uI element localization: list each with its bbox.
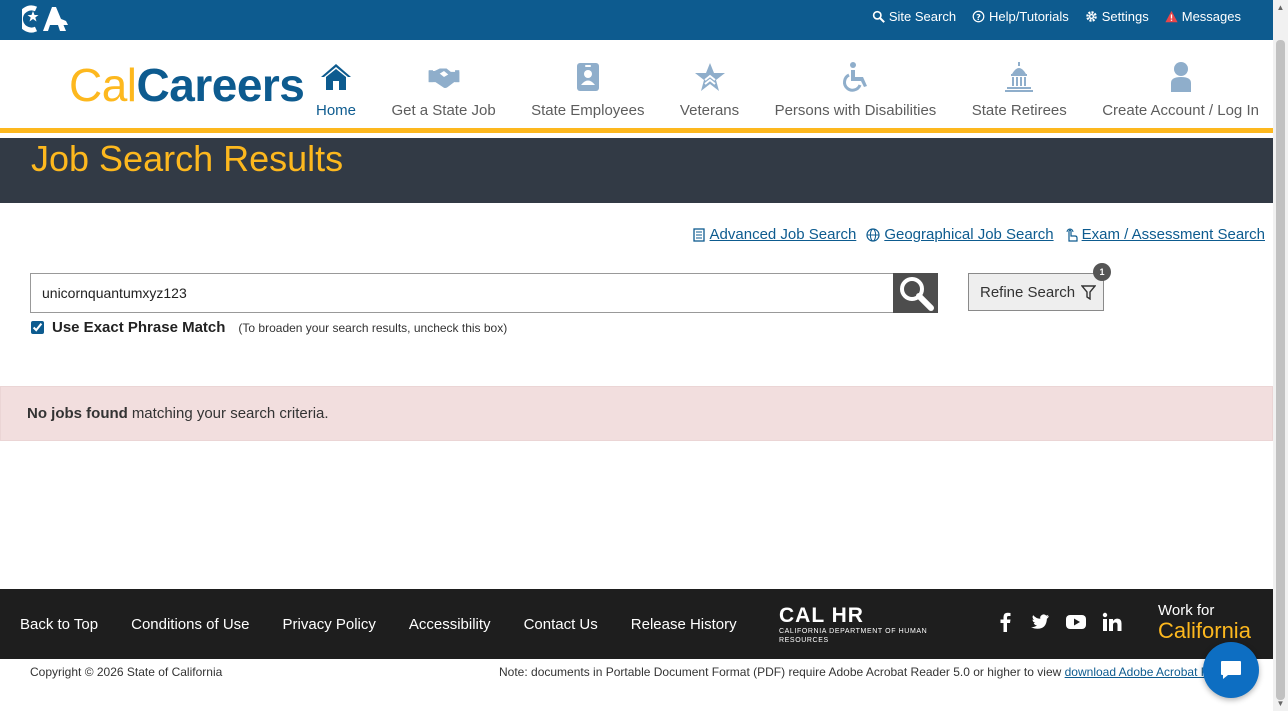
linkedin-icon — [1102, 612, 1122, 631]
search-icon — [899, 277, 934, 311]
footer-release-history[interactable]: Release History — [631, 616, 737, 633]
linkedin-link[interactable] — [1102, 612, 1122, 637]
globe-icon — [866, 227, 880, 242]
scrollbar-thumb[interactable] — [1276, 40, 1285, 700]
exam-assessment-search-label: Exam / Assessment Search — [1081, 226, 1265, 243]
footer-back-to-top[interactable]: Back to Top — [20, 616, 98, 633]
scroll-up-arrow[interactable]: ▲ — [1276, 3, 1285, 12]
star-icon — [694, 63, 725, 91]
nav-state-retirees[interactable]: State Retirees — [956, 40, 1067, 133]
geographical-job-search-label: Geographical Job Search — [884, 226, 1054, 243]
home-icon — [321, 64, 351, 90]
brand-careers: Careers — [136, 59, 305, 111]
geographical-job-search-link[interactable]: Geographical Job Search — [866, 226, 1054, 243]
footer-contact-us[interactable]: Contact Us — [524, 616, 598, 633]
nav-create-account-login[interactable]: Create Account / Log In — [1086, 40, 1259, 133]
keyword-search-input[interactable] — [30, 273, 894, 313]
advanced-job-search-label: Advanced Job Search — [709, 226, 857, 243]
site-search-link[interactable]: Site Search — [872, 9, 956, 24]
nav-persons-with-disabilities-label: Persons with Disabilities — [774, 102, 937, 119]
brand-cal: Cal — [69, 59, 137, 111]
nav-home[interactable]: Home — [300, 40, 356, 133]
calhr-logo-text: CAL HR — [779, 604, 864, 627]
nav-create-account-login-label: Create Account / Log In — [1102, 102, 1259, 119]
work-for-california-logo[interactable]: Work for California — [1158, 602, 1268, 646]
nav-state-employees[interactable]: State Employees — [515, 40, 645, 133]
ca-logo-icon[interactable] — [22, 5, 70, 33]
question-circle-icon: ? — [972, 10, 985, 22]
exact-phrase-label: Use Exact Phrase Match — [52, 319, 226, 336]
wfc-line2: California — [1158, 618, 1251, 643]
pointer-hand-icon — [1066, 228, 1078, 242]
twitter-link[interactable] — [1030, 612, 1050, 637]
calhr-logo[interactable]: CAL HR CALIFORNIA DEPARTMENT OF HUMAN RE… — [779, 604, 961, 645]
user-icon — [1170, 62, 1191, 92]
exact-phrase-checkbox[interactable] — [31, 321, 44, 334]
footer-privacy-policy[interactable]: Privacy Policy — [283, 616, 376, 633]
social-links — [996, 589, 1122, 659]
messages-link[interactable]: Messages — [1165, 9, 1241, 24]
messages-label: Messages — [1181, 8, 1241, 24]
help-tutorials-label: Help/Tutorials — [989, 8, 1069, 24]
exam-assessment-search-link[interactable]: Exam / Assessment Search — [1064, 226, 1265, 243]
twitter-icon — [1031, 613, 1049, 629]
facebook-link[interactable] — [996, 612, 1016, 637]
scroll-down-arrow[interactable]: ▼ — [1276, 699, 1285, 708]
footer-accessibility[interactable]: Accessibility — [409, 616, 491, 633]
settings-label: Settings — [1101, 8, 1149, 24]
wheelchair-icon — [843, 62, 868, 92]
facebook-icon — [1000, 612, 1011, 632]
site-header: CalCareers Home Get a State Job State Em… — [0, 40, 1273, 133]
footer-conditions-of-use[interactable]: Conditions of Use — [131, 616, 249, 633]
nav-state-retirees-label: State Retirees — [971, 102, 1067, 119]
no-results-alert: No jobs found matching your search crite… — [0, 386, 1273, 441]
nav-state-employees-label: State Employees — [531, 102, 645, 119]
document-icon — [692, 227, 705, 242]
youtube-icon — [1066, 614, 1086, 629]
chat-button[interactable] — [1203, 642, 1259, 698]
page-title-bar: Job Search Results — [0, 138, 1273, 203]
nav-home-label: Home — [316, 102, 357, 119]
calhr-logo-subtitle: CALIFORNIA DEPARTMENT OF HUMAN RESOURCES — [779, 628, 928, 644]
search-submit-button[interactable] — [893, 273, 938, 313]
no-results-bold: No jobs found — [27, 405, 128, 422]
copyright-text: Copyright © 2026 State of California — [30, 665, 223, 679]
site-footer: Back to Top Conditions of Use Privacy Po… — [0, 589, 1273, 659]
pdf-note: Note: documents in Portable Document For… — [499, 665, 1240, 679]
filter-icon — [1081, 284, 1097, 300]
refine-search-button[interactable]: Refine Search — [968, 273, 1104, 311]
svg-text:?: ? — [976, 11, 981, 21]
nav-get-a-state-job[interactable]: Get a State Job — [375, 40, 496, 133]
handshake-icon — [428, 68, 459, 89]
chat-bubble-icon — [1221, 661, 1241, 679]
pdf-note-text: Note: documents in Portable Document For… — [499, 665, 1065, 679]
no-results-text: matching your search criteria. — [131, 405, 329, 422]
calcareers-logo[interactable]: CalCareers — [69, 59, 305, 111]
advanced-job-search-link[interactable]: Advanced Job Search — [692, 226, 857, 243]
main-nav: Home Get a State Job State Employees Vet… — [300, 40, 1259, 133]
search-icon — [872, 10, 885, 23]
page-title: Job Search Results — [31, 138, 344, 179]
help-tutorials-link[interactable]: ? Help/Tutorials — [972, 9, 1069, 24]
warning-icon — [1165, 10, 1178, 22]
settings-link[interactable]: Settings — [1085, 9, 1149, 24]
nav-veterans[interactable]: Veterans — [664, 40, 739, 133]
id-badge-icon — [576, 63, 599, 91]
refine-search-label: Refine Search — [980, 283, 1076, 301]
site-search-label: Site Search — [888, 8, 957, 24]
search-type-links: Advanced Job Search Geographical Job Sea… — [692, 226, 1265, 243]
nav-veterans-label: Veterans — [679, 102, 740, 119]
utility-bar: Site Search ? Help/Tutorials Settings Me… — [0, 0, 1273, 40]
exact-phrase-hint: (To broaden your search results, uncheck… — [238, 320, 508, 335]
gear-icon — [1085, 10, 1097, 22]
refine-count-badge: 1 — [1093, 263, 1111, 281]
exact-phrase-option: Use Exact Phrase Match (To broaden your … — [30, 319, 507, 336]
capitol-icon — [1005, 62, 1034, 92]
nav-get-a-state-job-label: Get a State Job — [391, 102, 496, 119]
youtube-link[interactable] — [1064, 612, 1088, 637]
nav-persons-with-disabilities[interactable]: Persons with Disabilities — [759, 40, 937, 133]
